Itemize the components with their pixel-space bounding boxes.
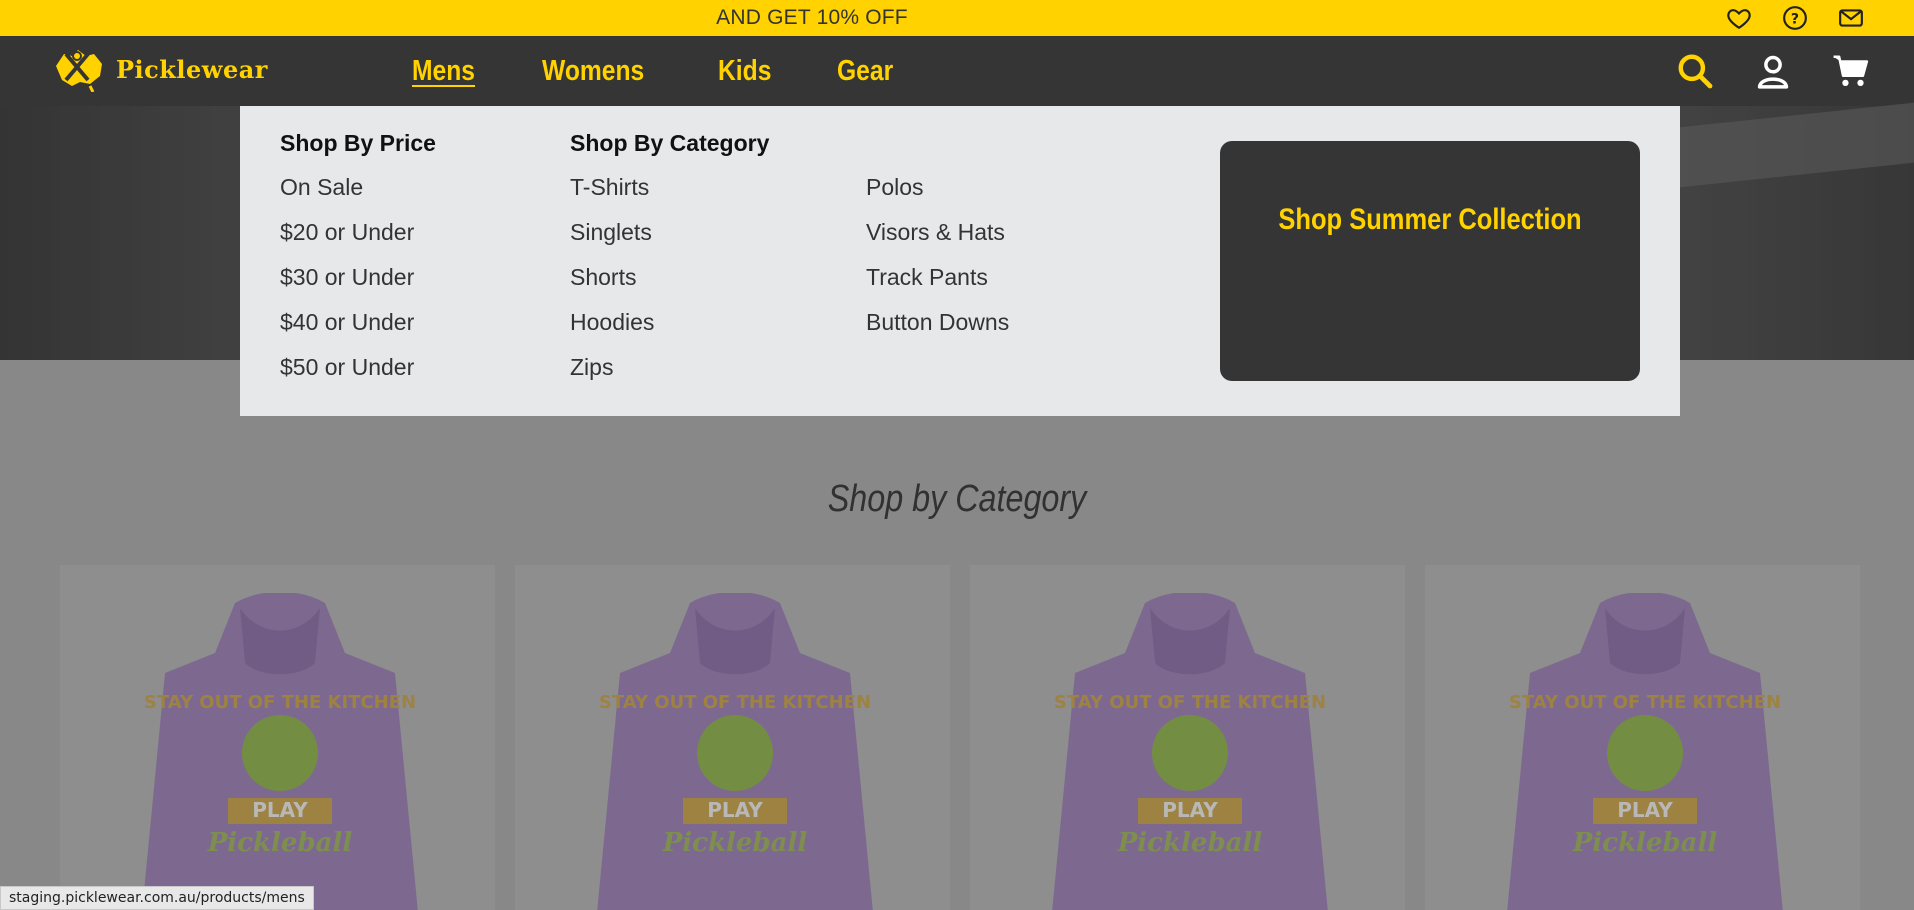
svg-text:PLAY: PLAY xyxy=(707,798,763,822)
svg-text:STAY OUT OF THE KITCHEN: STAY OUT OF THE KITCHEN xyxy=(1509,692,1781,713)
menu-item-shorts[interactable]: Shorts xyxy=(570,261,769,306)
hoodie-image: STAY OUT OF THE KITCHEN PLAY Pickleball xyxy=(597,593,873,910)
mail-icon[interactable] xyxy=(1838,5,1864,31)
hero-decoration xyxy=(1660,102,1914,190)
status-bar-url: staging.picklewear.com.au/products/mens xyxy=(0,886,314,910)
primary-nav: Mens Womens Kids Gear xyxy=(412,36,959,106)
menu-item-visors-hats[interactable]: Visors & Hats xyxy=(866,216,1009,261)
menu-item-singlets[interactable]: Singlets xyxy=(570,216,769,261)
menu-item-30-or-under[interactable]: $30 or Under xyxy=(280,261,436,306)
nav-womens[interactable]: Womens xyxy=(542,55,644,88)
svg-text:STAY OUT OF THE KITCHEN: STAY OUT OF THE KITCHEN xyxy=(599,692,871,713)
logo-icon xyxy=(56,50,102,92)
nav-gear[interactable]: Gear xyxy=(837,55,893,88)
nav-mens[interactable]: Mens xyxy=(412,55,475,88)
svg-text:Pickleball: Pickleball xyxy=(662,828,808,858)
category-card[interactable]: STAY OUT OF THE KITCHEN PLAY Pickleball xyxy=(60,565,495,910)
svg-text:Pickleball: Pickleball xyxy=(1117,828,1263,858)
menu-item-zips[interactable]: Zips xyxy=(570,351,769,396)
nav-actions xyxy=(1676,52,1870,90)
category-cards: STAY OUT OF THE KITCHEN PLAY Pickleball … xyxy=(60,565,1860,910)
main-navbar: Picklewear Mens Womens Kids Gear xyxy=(0,36,1914,106)
help-icon[interactable]: ? xyxy=(1782,5,1808,31)
menu-item-hoodies[interactable]: Hoodies xyxy=(570,306,769,351)
nav-kids[interactable]: Kids xyxy=(718,55,771,88)
svg-text:STAY OUT OF THE KITCHEN: STAY OUT OF THE KITCHEN xyxy=(1054,692,1326,713)
svg-text:Pickleball: Pickleball xyxy=(207,828,353,858)
category-card[interactable]: STAY OUT OF THE KITCHEN PLAY Pickleball xyxy=(1425,565,1860,910)
svg-text:STAY OUT OF THE KITCHEN: STAY OUT OF THE KITCHEN xyxy=(144,692,416,713)
svg-text:?: ? xyxy=(1791,11,1799,27)
shop-by-category-column-2: Polos Visors & Hats Track Pants Button D… xyxy=(866,171,1009,351)
menu-item-50-or-under[interactable]: $50 or Under xyxy=(280,351,436,396)
menu-item-40-or-under[interactable]: $40 or Under xyxy=(280,306,436,351)
menu-item-button-downs[interactable]: Button Downs xyxy=(866,306,1009,351)
heart-icon[interactable] xyxy=(1726,5,1752,31)
svg-text:PLAY: PLAY xyxy=(252,798,308,822)
mens-mega-menu: Shop By Price On Sale $20 or Under $30 o… xyxy=(240,106,1680,416)
summer-collection-label: Shop Summer Collection xyxy=(1278,203,1582,236)
promo-bar: AND GET 10% OFF ? xyxy=(0,0,1914,36)
user-icon[interactable] xyxy=(1754,52,1792,90)
hoodie-image: STAY OUT OF THE KITCHEN PLAY Pickleball xyxy=(142,593,418,910)
shop-by-price-heading: Shop By Price xyxy=(280,130,436,156)
menu-item-track-pants[interactable]: Track Pants xyxy=(866,261,1009,306)
shop-by-category-heading: Shop By Category xyxy=(570,130,770,156)
hoodie-image: STAY OUT OF THE KITCHEN PLAY Pickleball xyxy=(1507,593,1783,910)
promo-icons: ? xyxy=(1726,5,1864,31)
menu-item-polos[interactable]: Polos xyxy=(866,171,1009,216)
hoodie-image: STAY OUT OF THE KITCHEN PLAY Pickleball xyxy=(1052,593,1328,910)
svg-text:PLAY: PLAY xyxy=(1162,798,1218,822)
category-card[interactable]: STAY OUT OF THE KITCHEN PLAY Pickleball xyxy=(970,565,1405,910)
summer-collection-promo[interactable]: Shop Summer Collection xyxy=(1220,141,1640,381)
cart-icon[interactable] xyxy=(1832,52,1870,90)
category-card[interactable]: STAY OUT OF THE KITCHEN PLAY Pickleball xyxy=(515,565,950,910)
menu-item-t-shirts[interactable]: T-Shirts xyxy=(570,171,769,216)
brand-logo[interactable]: Picklewear xyxy=(50,46,268,92)
shop-by-category-column: Shop By Category T-Shirts Singlets Short… xyxy=(570,128,769,396)
svg-text:Pickleball: Pickleball xyxy=(1572,828,1718,858)
section-title: Shop by Category xyxy=(827,478,1087,520)
menu-item-on-sale[interactable]: On Sale xyxy=(280,171,436,216)
menu-item-20-or-under[interactable]: $20 or Under xyxy=(280,216,436,261)
search-icon[interactable] xyxy=(1676,52,1714,90)
svg-text:PLAY: PLAY xyxy=(1617,798,1673,822)
shop-by-price-column: Shop By Price On Sale $20 or Under $30 o… xyxy=(280,128,436,396)
brand-name: Picklewear xyxy=(116,54,268,84)
promo-text: AND GET 10% OFF xyxy=(716,6,908,29)
